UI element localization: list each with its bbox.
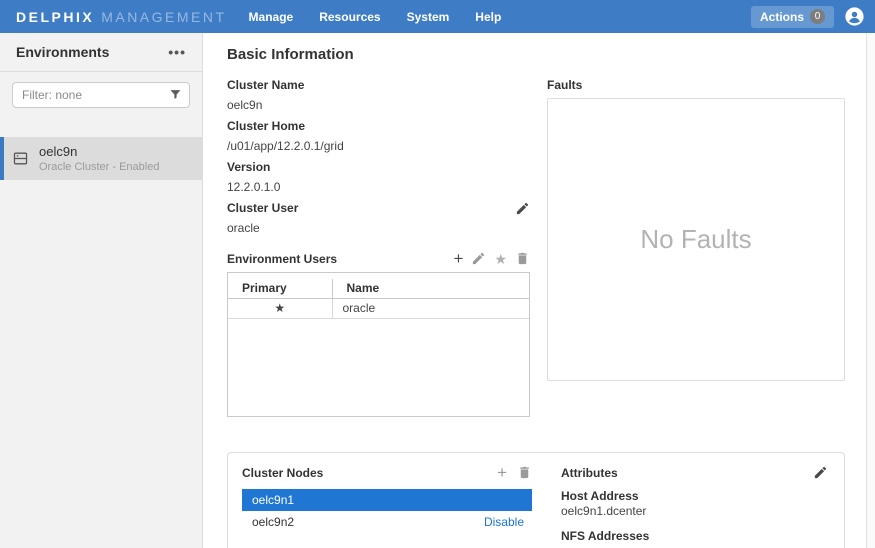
- edit-cluster-user-icon[interactable]: [515, 201, 530, 216]
- delete-node-icon[interactable]: [517, 465, 532, 480]
- field-version: Version 12.2.0.1.0: [227, 159, 530, 195]
- nav-resources[interactable]: Resources: [319, 10, 380, 24]
- column-header-primary: Primary: [228, 279, 332, 299]
- field-label: Version: [227, 159, 530, 175]
- sidebar-header: Environments •••: [0, 33, 202, 72]
- attributes-title: Attributes: [561, 466, 618, 480]
- logo-primary: DELPHIX: [16, 9, 94, 25]
- user-name-cell: oracle: [332, 299, 529, 319]
- filter-container: [12, 82, 190, 108]
- sidebar-title: Environments: [16, 44, 109, 60]
- environment-name: oelc9n: [39, 144, 159, 159]
- field-value: 12.2.0.1.0: [227, 179, 530, 195]
- environments-sidebar: Environments ••• oelc9n Oracle Cluster -…: [0, 33, 203, 548]
- field-value: /u01/app/12.2.0.1/grid: [227, 138, 530, 154]
- add-user-icon[interactable]: +: [454, 252, 464, 266]
- top-navbar: DELPHIX MANAGEMENT Manage Resources Syst…: [0, 0, 875, 33]
- nav-system[interactable]: System: [407, 10, 450, 24]
- node-row-oelc9n1[interactable]: oelc9n1: [242, 489, 532, 511]
- environment-list: oelc9n Oracle Cluster - Enabled: [0, 137, 202, 180]
- field-value: oracle: [227, 220, 530, 236]
- faults-title: Faults: [547, 78, 845, 92]
- environment-list-item[interactable]: oelc9n Oracle Cluster - Enabled: [0, 137, 202, 180]
- disable-node-link[interactable]: Disable: [484, 515, 524, 529]
- field-label: Cluster Name: [227, 77, 530, 93]
- environment-users-table: Primary Name ★ oracle: [227, 272, 530, 417]
- topbar-right: Actions 0: [751, 6, 867, 28]
- attributes-header: Attributes: [561, 465, 828, 480]
- no-faults-text: No Faults: [640, 224, 751, 255]
- nav-manage[interactable]: Manage: [249, 10, 294, 24]
- actions-button-label: Actions: [760, 10, 804, 24]
- main-content: Basic Information Cluster Name oelc9n Cl…: [203, 33, 875, 548]
- vertical-scrollbar[interactable]: [866, 33, 875, 548]
- delphix-logo: DELPHIX MANAGEMENT: [16, 9, 227, 25]
- nfs-addresses-label: NFS Addresses: [561, 529, 828, 544]
- host-address-label: Host Address: [561, 489, 828, 504]
- table-row[interactable]: ★ oracle: [228, 299, 529, 319]
- column-header-name: Name: [332, 279, 529, 299]
- cluster-environment-icon: [12, 150, 29, 167]
- field-cluster-home: Cluster Home /u01/app/12.2.0.1/grid: [227, 118, 530, 154]
- filter-funnel-icon: [169, 88, 182, 101]
- logo-secondary: MANAGEMENT: [101, 9, 226, 25]
- add-node-icon[interactable]: +: [497, 466, 507, 480]
- host-address-value: oelc9n1.dcenter: [561, 504, 828, 519]
- node-name: oelc9n1: [252, 493, 294, 507]
- page-title: Basic Information: [227, 46, 530, 63]
- faults-panel: No Faults: [547, 98, 845, 381]
- environment-users-header: Environment Users + ★: [227, 251, 530, 266]
- field-label: Cluster Home: [227, 118, 530, 134]
- node-row-oelc9n2[interactable]: oelc9n2 Disable: [242, 511, 532, 533]
- field-cluster-user: Cluster User oracle: [227, 200, 530, 236]
- edit-attributes-icon[interactable]: [813, 465, 828, 480]
- field-label: Cluster User: [227, 200, 298, 216]
- field-value: oelc9n: [227, 97, 530, 113]
- primary-star-cell: ★: [228, 299, 332, 319]
- nav-help[interactable]: Help: [475, 10, 501, 24]
- field-cluster-name: Cluster Name oelc9n: [227, 77, 530, 113]
- filter-input[interactable]: [12, 82, 190, 108]
- delete-user-icon[interactable]: [515, 251, 530, 266]
- set-primary-user-icon[interactable]: ★: [494, 252, 507, 266]
- environment-subtitle: Oracle Cluster - Enabled: [39, 161, 159, 173]
- edit-user-icon[interactable]: [471, 251, 486, 266]
- cluster-nodes-title: Cluster Nodes: [242, 466, 323, 480]
- cluster-nodes-header: Cluster Nodes +: [242, 465, 532, 480]
- more-menu-icon[interactable]: •••: [168, 48, 186, 56]
- environment-users-title: Environment Users: [227, 252, 337, 266]
- node-name: oelc9n2: [252, 515, 294, 529]
- user-profile-icon[interactable]: [844, 6, 865, 27]
- cluster-node-card: Cluster Nodes + oelc9n1: [227, 452, 845, 548]
- node-list: oelc9n1 oelc9n2 Disable: [242, 489, 532, 533]
- actions-button[interactable]: Actions 0: [751, 6, 834, 28]
- main-nav: Manage Resources System Help: [249, 10, 502, 24]
- actions-count-badge: 0: [810, 9, 825, 24]
